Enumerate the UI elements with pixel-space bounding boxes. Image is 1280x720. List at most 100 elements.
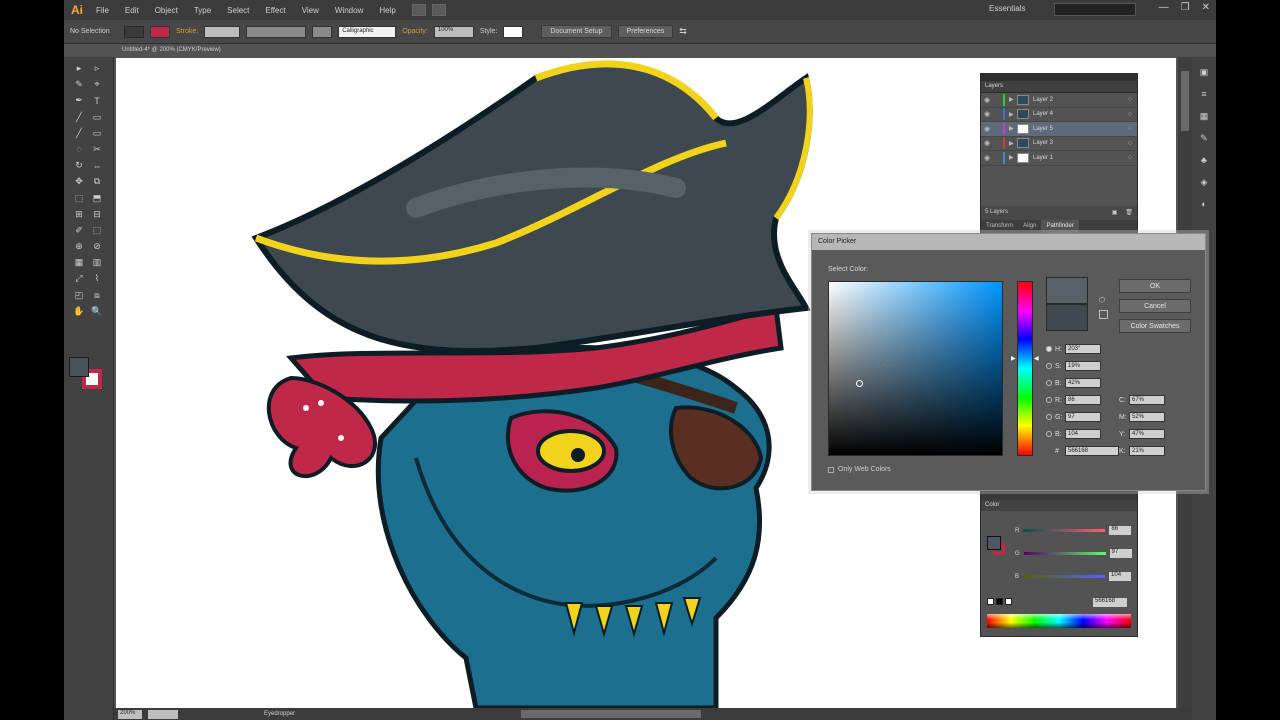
new-layer-icon[interactable]: ▣	[1112, 209, 1118, 217]
layer-row[interactable]: ◉ ▶ Layer 3 ○	[981, 137, 1137, 151]
tool-icon[interactable]: ✒	[72, 95, 86, 106]
menu-file[interactable]: File	[88, 6, 117, 15]
layer-row[interactable]: ◉ ▶ Layer 4 ○	[981, 108, 1137, 122]
tool-icon[interactable]: ▭	[90, 128, 104, 139]
none-swatch[interactable]	[987, 598, 994, 605]
vertical-scroll-thumb[interactable]	[1181, 71, 1189, 131]
panel-tab[interactable]: Align	[1018, 220, 1041, 234]
visibility-eye-icon[interactable]: ◉	[981, 110, 993, 118]
minimize-icon[interactable]: —	[1159, 2, 1169, 13]
opacity-label[interactable]: Opacity:	[402, 28, 428, 35]
green-radio[interactable]	[1046, 414, 1052, 420]
tool-icon[interactable]: ╱	[72, 128, 86, 139]
libraries-icon[interactable]: ≡	[1197, 89, 1211, 101]
brush-definition[interactable]	[312, 25, 333, 38]
color-row-b[interactable]: B 104	[1015, 572, 1132, 581]
web-safe-cube-icon[interactable]	[1099, 310, 1108, 319]
swatches-icon[interactable]: ▦	[1197, 111, 1211, 123]
color-field-marker[interactable]	[856, 380, 863, 387]
tool-icon[interactable]: ✋	[72, 306, 86, 317]
graphic-style-swatch[interactable]	[503, 25, 524, 38]
visibility-eye-icon[interactable]: ◉	[981, 96, 993, 104]
layer-name[interactable]: Layer 2	[1033, 97, 1123, 103]
hue-slider[interactable]	[1017, 281, 1033, 456]
color-spectrum-bar[interactable]	[987, 614, 1131, 628]
fill-color-swatch[interactable]	[69, 357, 89, 377]
variable-width-profile[interactable]	[246, 25, 307, 38]
tool-icon[interactable]: ✐	[72, 225, 86, 236]
panel-tab[interactable]: Pathfinder	[1041, 220, 1079, 234]
expand-arrow-icon[interactable]: ▶	[1009, 125, 1017, 132]
tool-icon[interactable]: ✂	[90, 144, 104, 155]
layer-target-icon[interactable]: ○	[1123, 111, 1137, 118]
layer-target-icon[interactable]: ○	[1123, 140, 1137, 147]
zoom-level-input[interactable]: 200%	[118, 709, 142, 719]
layer-target-icon[interactable]: ○	[1123, 125, 1137, 132]
menu-view[interactable]: View	[294, 6, 327, 15]
red-radio[interactable]	[1046, 397, 1052, 403]
tool-icon[interactable]: ⧉	[90, 176, 104, 187]
document-tab[interactable]: Untitled-4* @ 200% (CMYK/Preview)	[116, 45, 227, 57]
current-tool-status[interactable]: Eyedropper	[264, 711, 295, 717]
out-of-gamut-icon[interactable]: ⬡	[1099, 296, 1105, 304]
saturation-radio[interactable]	[1046, 363, 1052, 369]
tool-icon[interactable]: ⬚	[72, 193, 86, 204]
search-input[interactable]	[1054, 3, 1136, 16]
blue-radio[interactable]	[1046, 431, 1052, 437]
only-web-colors-option[interactable]: Only Web Colors	[828, 466, 891, 473]
horizontal-scroll-thumb[interactable]	[521, 710, 702, 718]
menu-select[interactable]: Select	[219, 6, 257, 15]
menu-edit[interactable]: Edit	[117, 6, 147, 15]
restore-icon[interactable]: ❐	[1181, 2, 1190, 13]
delete-layer-icon[interactable]: 🗑	[1125, 209, 1133, 217]
layer-row[interactable]: ◉ ▶ Layer 2 ○	[981, 93, 1137, 108]
expand-arrow-icon[interactable]: ▶	[1009, 140, 1017, 147]
visibility-eye-icon[interactable]: ◉	[981, 125, 993, 133]
tool-icon[interactable]: ✥	[72, 176, 86, 187]
color-field[interactable]	[828, 281, 1003, 456]
layer-name[interactable]: Layer 3	[1033, 140, 1123, 146]
appearance-icon[interactable]: ◐	[1197, 199, 1211, 211]
layer-name[interactable]: Layer 5	[1033, 126, 1123, 132]
tool-icon[interactable]: 🔍	[90, 306, 104, 317]
properties-icon[interactable]: ▣	[1197, 67, 1211, 79]
panel-tab[interactable]: Transform	[981, 220, 1018, 234]
tool-icon[interactable]: ⊕	[72, 241, 86, 252]
expand-arrow-icon[interactable]: ▶	[1009, 154, 1017, 161]
original-color-swatch[interactable]	[1046, 304, 1088, 331]
tool-icon[interactable]: ▦	[72, 257, 86, 268]
tool-icon[interactable]: ⌇	[90, 273, 104, 284]
hue-radio[interactable]	[1046, 346, 1052, 352]
tool-icon[interactable]: ⤢	[72, 273, 86, 284]
layer-name[interactable]: Layer 4	[1033, 111, 1123, 117]
stroke-weight-input[interactable]	[204, 25, 241, 38]
color-swatches-button[interactable]: Color Swatches	[1119, 319, 1191, 333]
layer-row[interactable]: ◉ ▶ Layer 5 ○	[981, 122, 1137, 137]
brush-definition-dropdown[interactable]: Calligraphic	[338, 25, 397, 38]
document-setup-button[interactable]: Document Setup	[541, 25, 612, 38]
white-swatch[interactable]	[1005, 598, 1012, 605]
tool-icon[interactable]: T	[90, 95, 104, 106]
stroke-label[interactable]: Stroke:	[176, 28, 198, 35]
black-swatch[interactable]	[996, 598, 1003, 605]
close-icon[interactable]: ✕	[1202, 2, 1210, 13]
menu-window[interactable]: Window	[327, 6, 371, 15]
tool-icon[interactable]: ◌	[72, 144, 86, 155]
menu-effect[interactable]: Effect	[257, 6, 293, 15]
expand-arrow-icon[interactable]: ▶	[1009, 96, 1017, 103]
preferences-button[interactable]: Preferences	[617, 25, 674, 38]
visibility-eye-icon[interactable]: ◉	[981, 139, 993, 147]
stroke-swatch[interactable]	[150, 25, 170, 38]
layer-row[interactable]: ◉ ▶ Layer 1 ○	[981, 151, 1137, 166]
tool-icon[interactable]: ↻	[72, 160, 86, 171]
color-row-g[interactable]: G 97	[1015, 549, 1132, 558]
color-panel-hex-input[interactable]: 566168	[1093, 598, 1127, 607]
tool-icon[interactable]: ╱	[72, 112, 86, 123]
arrange-documents-icon[interactable]	[431, 4, 446, 16]
artboard-navigator[interactable]	[148, 709, 178, 719]
tool-icon[interactable]: ⧈	[90, 290, 104, 301]
layer-target-icon[interactable]: ○	[1123, 154, 1137, 161]
workspace-switcher[interactable]: Essentials	[989, 4, 1025, 13]
tool-icon[interactable]: ⌖	[90, 79, 104, 90]
brushes-icon[interactable]: ✎	[1197, 133, 1211, 145]
